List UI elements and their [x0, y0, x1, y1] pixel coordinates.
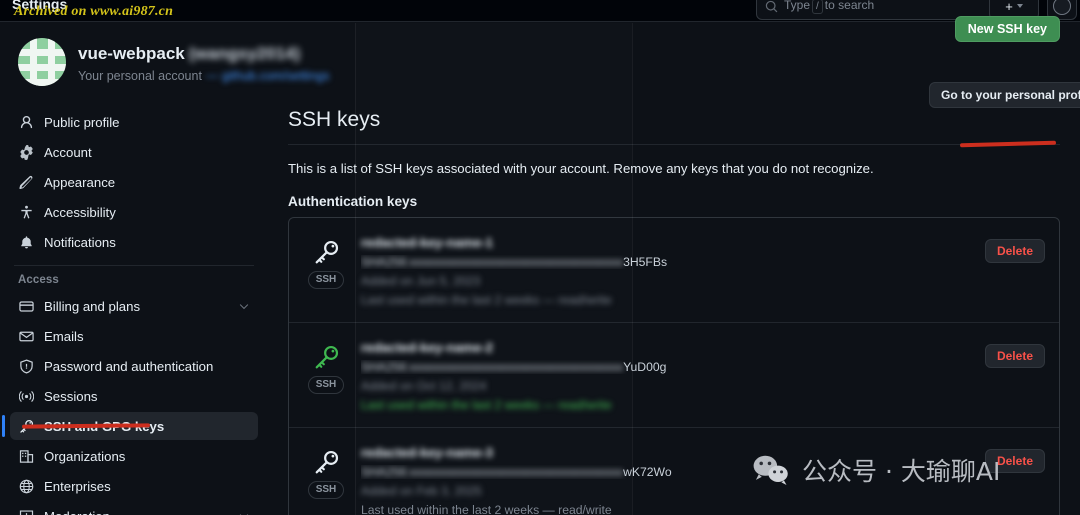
key-details: redacted-key-name-1 SHA256:xxxxxxxxxxxxx… [361, 231, 971, 307]
key-fingerprint-tail: 3H5FBs [623, 255, 668, 269]
profile-avatar[interactable] [18, 38, 66, 86]
plus-icon: + [1005, 0, 1013, 14]
profile-subtitle-link[interactable]: — github.com/settings [206, 69, 330, 83]
sidebar-item-label: Sessions [44, 388, 98, 404]
key-fingerprint: SHA256:xxxxxxxxxxxxxxxxxxxxxxxxxxxxxxxxx… [361, 255, 971, 269]
wechat-watermark-text: 公众号 · 大瑜聊AI [802, 457, 1001, 486]
key-icon [315, 450, 338, 474]
key-title: redacted-key-name-2 [361, 340, 493, 355]
ssh-key-row: SSH redacted-key-name-2 SHA256:xxxxxxxxx… [289, 323, 1059, 428]
sidebar-item-billing-and-plans[interactable]: Billing and plans [10, 292, 258, 320]
sidebar-item-accessibility[interactable]: Accessibility [10, 198, 258, 226]
search-placeholder: Type / to search [784, 0, 875, 14]
sidebar-group-title-access: Access [18, 274, 59, 286]
profile-handle: (wangsy2014) [188, 44, 301, 63]
chevron-down-icon[interactable] [238, 300, 250, 312]
bell-icon [18, 234, 34, 250]
ssh-badge: SSH [307, 376, 345, 394]
globe-icon [18, 478, 34, 494]
key-fingerprint: SHA256:xxxxxxxxxxxxxxxxxxxxxxxxxxxxxxxxx… [361, 360, 971, 374]
settings-sidebar: Public profile Account Appearance Access… [0, 100, 268, 515]
ssh-badge: SSH [307, 481, 345, 499]
sidebar-item-notifications[interactable]: Notifications [10, 228, 258, 256]
sidebar-item-label: Emails [44, 328, 84, 344]
sidebar-item-enterprises[interactable]: Enterprises [10, 472, 258, 500]
key-fingerprint-redacted: SHA256:xxxxxxxxxxxxxxxxxxxxxxxxxxxxxxxxx… [361, 255, 624, 269]
sidebar-item-label: Public profile [44, 114, 120, 130]
wechat-icon [753, 455, 788, 486]
gear-icon [18, 144, 34, 160]
sidebar-item-account[interactable]: Account [10, 138, 258, 166]
key-fingerprint-redacted: SHA256:xxxxxxxxxxxxxxxxxxxxxxxxxxxxxxxxx… [361, 360, 624, 374]
broadcast-icon [18, 388, 34, 404]
key-details: redacted-key-name-2 SHA256:xxxxxxxxxxxxx… [361, 336, 971, 412]
report-icon [18, 508, 34, 515]
sidebar-item-sessions[interactable]: Sessions [10, 382, 258, 410]
sidebar-item-label: Billing and plans [44, 298, 141, 314]
sidebar-item-emails[interactable]: Emails [10, 322, 258, 350]
sidebar-item-label: Enterprises [44, 478, 111, 494]
sidebar-item-label: Appearance [44, 174, 116, 190]
chevron-down-icon[interactable] [238, 510, 250, 515]
accessibility-icon [18, 204, 34, 220]
key-icon-group: SSH [305, 336, 347, 394]
sidebar-item-public-profile[interactable]: Public profile [10, 108, 258, 136]
sidebar-item-organizations[interactable]: Organizations [10, 442, 258, 470]
page-description: This is a list of SSH keys associated wi… [288, 161, 874, 176]
settings-page: Settings Type / to search + Archived on ww… [0, 0, 1080, 515]
archive-watermark: Archived on www.ai987.cn [14, 4, 174, 19]
delete-key-button[interactable]: Delete [984, 344, 1045, 368]
page-title: SSH keys [288, 108, 381, 131]
sidebar-item-label: Notifications [44, 234, 116, 250]
chevron-down-icon [1016, 4, 1023, 8]
profile-subtitle: Your personal account — github.com/setti… [78, 69, 330, 83]
new-ssh-key-button[interactable]: New SSH key [954, 16, 1060, 42]
key-fingerprint-tail: wK72Wo [623, 465, 672, 479]
sidebar-item-appearance[interactable]: Appearance [10, 168, 258, 196]
key-fingerprint-tail: YuD00g [623, 360, 667, 374]
key-icon [315, 345, 338, 369]
key-last-used: Last used within the last 2 weeks — read… [361, 503, 612, 515]
person-icon [18, 114, 34, 130]
search-icon [765, 0, 778, 12]
sidebar-item-label: Organizations [44, 448, 126, 464]
section-title-authentication-keys: Authentication keys [288, 194, 418, 209]
sidebar-item-password-and-authentication[interactable]: Password and authentication [10, 352, 258, 380]
ssh-key-row: SSH redacted-key-name-1 SHA256:xxxxxxxxx… [289, 218, 1059, 323]
account-header: vue-webpack (wangsy2014) Your personal ac… [0, 22, 1080, 108]
sidebar-divider [14, 265, 254, 266]
wechat-watermark: 公众号 · 大瑜聊AI [752, 452, 1000, 488]
credit-card-icon [18, 298, 34, 314]
avatar [1053, 0, 1071, 15]
shield-icon [18, 358, 34, 374]
key-icon [315, 240, 338, 264]
key-icon-group: SSH [305, 231, 347, 289]
delete-key-button[interactable]: Delete [984, 239, 1045, 263]
key-added-date: Added on Oct 12, 2024 [361, 379, 487, 393]
sidebar-item-label: Account [44, 144, 92, 160]
paintbrush-icon [18, 174, 34, 190]
profile-name: vue-webpack (wangsy2014) [78, 44, 301, 63]
sidebar-item-label: Moderation [44, 509, 228, 515]
sidebar-item-moderation[interactable]: Moderation [10, 502, 258, 515]
key-last-used: Last used within the last 2 weeks — read… [361, 293, 612, 307]
key-title: redacted-key-name-1 [361, 235, 493, 250]
slash-key-hint: / [812, 0, 823, 14]
sidebar-item-label: Password and authentication [44, 358, 214, 374]
key-icon-group: SSH [305, 441, 347, 499]
mail-icon [18, 328, 34, 344]
key-fingerprint-redacted: SHA256:xxxxxxxxxxxxxxxxxxxxxxxxxxxxxxxxx… [361, 465, 624, 479]
key-added-date: Added on Jun 5, 2023 [361, 274, 481, 288]
sidebar-item-label: Accessibility [44, 204, 116, 220]
ssh-badge: SSH [307, 271, 345, 289]
key-last-used: Last used within the last 2 weeks — read… [361, 398, 612, 412]
organization-icon [18, 448, 34, 464]
